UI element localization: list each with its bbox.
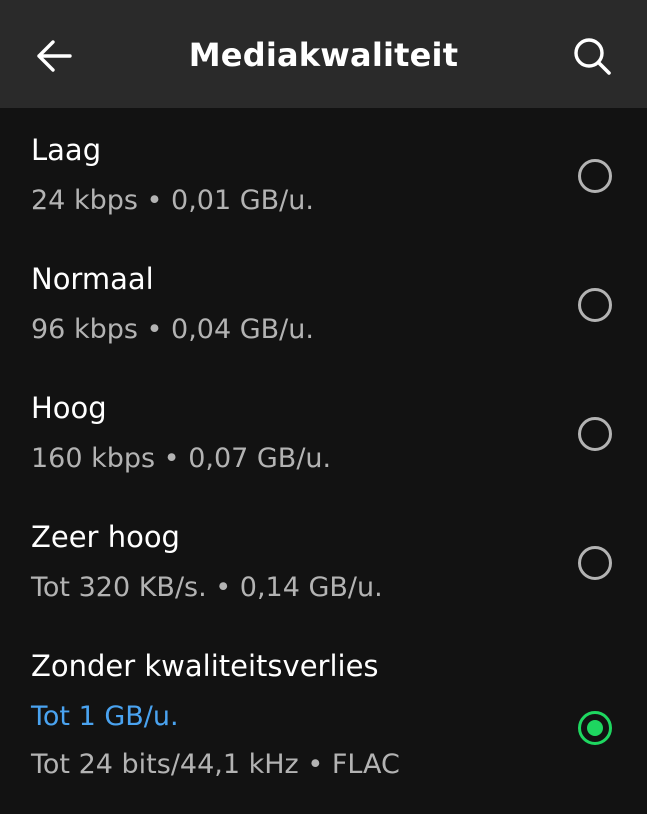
arrow-left-icon (37, 40, 72, 72)
option-title: Zeer hoog (31, 520, 180, 554)
quality-option-normaal[interactable]: Normaal 96 kbps • 0,04 GB/u. (0, 237, 647, 366)
quality-option-hoog[interactable]: Hoog 160 kbps • 0,07 GB/u. (0, 366, 647, 495)
option-subtitle: Tot 24 bits/44,1 kHz • FLAC (31, 749, 400, 780)
option-size-note: Tot 1 GB/u. (31, 701, 179, 732)
option-title: Zonder kwaliteitsverlies (31, 649, 379, 683)
quality-option-laag[interactable]: Laag 24 kbps • 0,01 GB/u. (0, 108, 647, 237)
option-title: Hoog (31, 391, 107, 425)
radio-button[interactable] (578, 546, 612, 580)
option-title: Laag (31, 133, 102, 167)
radio-button[interactable] (578, 159, 612, 193)
search-icon (574, 38, 611, 75)
option-subtitle: 96 kbps • 0,04 GB/u. (31, 314, 314, 345)
quality-option-lossless[interactable]: Zonder kwaliteitsverlies Tot 1 GB/u. Tot… (0, 624, 647, 814)
option-subtitle: 160 kbps • 0,07 GB/u. (31, 443, 332, 474)
option-title: Normaal (31, 262, 154, 296)
radio-button[interactable] (578, 417, 612, 451)
page-title: Mediakwaliteit (188, 36, 459, 74)
search-button[interactable] (566, 30, 618, 82)
quality-option-zeer-hoog[interactable]: Zeer hoog Tot 320 KB/s. • 0,14 GB/u. (0, 495, 647, 624)
quality-options-list: Laag 24 kbps • 0,01 GB/u. Normaal 96 kbp… (0, 108, 647, 814)
top-app-bar: Mediakwaliteit (0, 0, 647, 108)
option-subtitle: 24 kbps • 0,01 GB/u. (31, 185, 314, 216)
radio-button-selected[interactable] (578, 711, 612, 745)
back-button[interactable] (28, 30, 80, 82)
radio-button[interactable] (578, 288, 612, 322)
option-subtitle: Tot 320 KB/s. • 0,14 GB/u. (31, 572, 383, 603)
